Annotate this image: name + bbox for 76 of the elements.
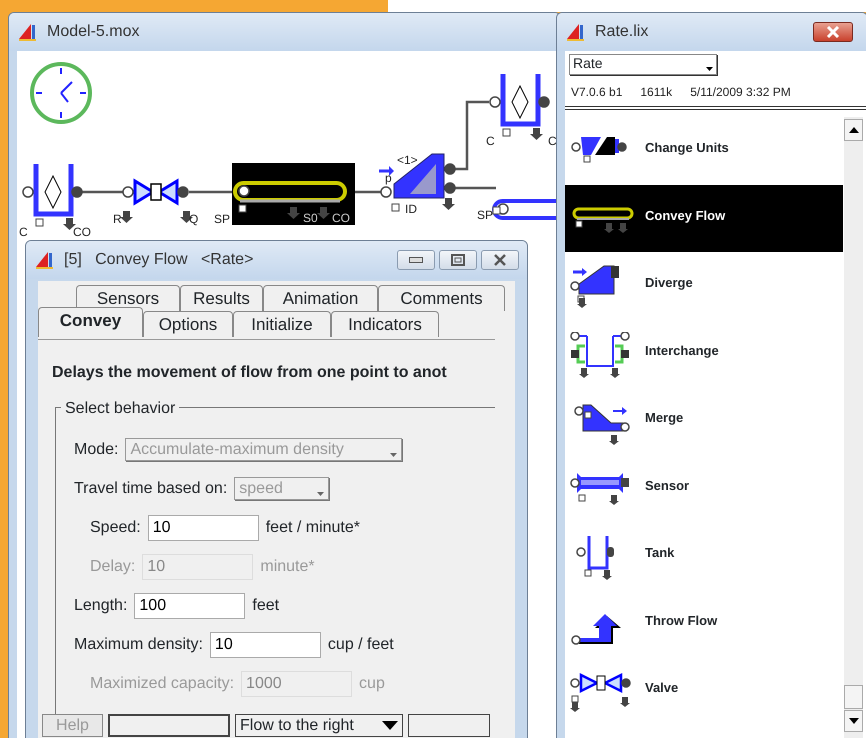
field-label: Mode: [74, 440, 118, 460]
scrollbar-track[interactable] [844, 117, 863, 738]
close-button[interactable] [481, 250, 519, 270]
maximize-icon [451, 254, 465, 266]
scroll-up-button[interactable] [844, 119, 863, 141]
tab[interactable]: Initialize [233, 311, 331, 337]
port-label: C [548, 134, 557, 148]
connection-line [81, 190, 123, 194]
port-label: C [486, 134, 495, 148]
close-icon [826, 26, 840, 38]
field-label: Speed: [90, 518, 141, 538]
window-title: [5] Convey Flow <Rate> [64, 250, 254, 270]
library-item[interactable]: Convey Flow [565, 184, 843, 252]
caret-icon [382, 720, 398, 730]
port-label: SP [214, 212, 230, 226]
tab[interactable]: Animation [263, 285, 378, 311]
minimize-icon [409, 257, 423, 263]
input-field[interactable]: 100 [134, 592, 246, 618]
library-item[interactable]: Interchange [565, 320, 843, 387]
field-label: Maximized capacity: [90, 674, 234, 694]
window-title: Model-5.mox [47, 22, 140, 42]
info-text: 1611k [640, 84, 672, 101]
field-label: Maximum density: [74, 634, 203, 654]
library-item[interactable]: Throw Flow [565, 590, 843, 657]
port-label: R [113, 212, 122, 226]
library-item[interactable]: Valve [565, 657, 843, 724]
unit-label: minute* [260, 556, 315, 576]
flow-dropdown[interactable]: Flow to the right [235, 714, 403, 737]
caret-icon [706, 67, 713, 71]
library-item[interactable]: Diverge [565, 252, 843, 320]
scrollbar-thumb[interactable] [844, 685, 863, 709]
library-item[interactable]: Tank [565, 522, 843, 590]
minimize-button[interactable] [397, 250, 435, 270]
info-text: V7.0.6 b1 [571, 84, 622, 101]
caret-icon [317, 492, 324, 496]
clock-icon [30, 62, 92, 124]
close-icon [493, 254, 507, 266]
library-item[interactable]: Sensor [565, 454, 843, 522]
tab[interactable]: Options [143, 311, 233, 337]
window-title: Rate.lix [595, 22, 648, 42]
conveyor-block[interactable] [232, 163, 355, 225]
tab[interactable]: Results [180, 285, 263, 311]
info-text: 5/11/2009 3:32 PM [690, 84, 791, 101]
library-dropdown[interactable]: Rate [569, 54, 717, 75]
connection-line [455, 186, 496, 190]
field-label: Delay: [90, 556, 136, 576]
caret-icon [390, 453, 398, 457]
tab[interactable]: Sensors [76, 285, 180, 311]
port-label: p [385, 171, 392, 185]
unit-label: feet / minute* [266, 518, 360, 538]
unit-label: feet [252, 596, 280, 616]
port-label: SP [477, 208, 494, 222]
port-label: Q [189, 212, 198, 226]
tab[interactable]: Indicators [331, 311, 439, 337]
field-label: Travel time based on: [74, 478, 228, 498]
ramp-block[interactable] [379, 154, 456, 212]
library-item[interactable]: Change Units [565, 117, 843, 184]
unit-label: cup [359, 674, 385, 694]
port-label: S0 [303, 211, 318, 225]
up-arrow-icon [848, 127, 858, 133]
tab[interactable]: Convey [38, 307, 143, 337]
tab[interactable]: Comments [378, 285, 505, 311]
port-label: CO [73, 225, 91, 239]
library-item[interactable]: Merge [565, 387, 843, 454]
input-field[interactable]: 10 [210, 632, 321, 658]
unit-label: cup / feet [328, 634, 394, 654]
field-label: Length: [74, 596, 128, 616]
port-label: ID [405, 202, 417, 216]
scroll-down-button[interactable] [844, 710, 863, 732]
description-text: Delays the movement of flow from one point to anot [52, 363, 448, 383]
port-label: CO [332, 211, 350, 225]
port-label: C [19, 225, 28, 239]
port-label: <1> [397, 153, 418, 167]
maximize-button[interactable] [439, 250, 477, 270]
close-button[interactable] [813, 22, 853, 42]
down-arrow-icon [848, 718, 858, 724]
